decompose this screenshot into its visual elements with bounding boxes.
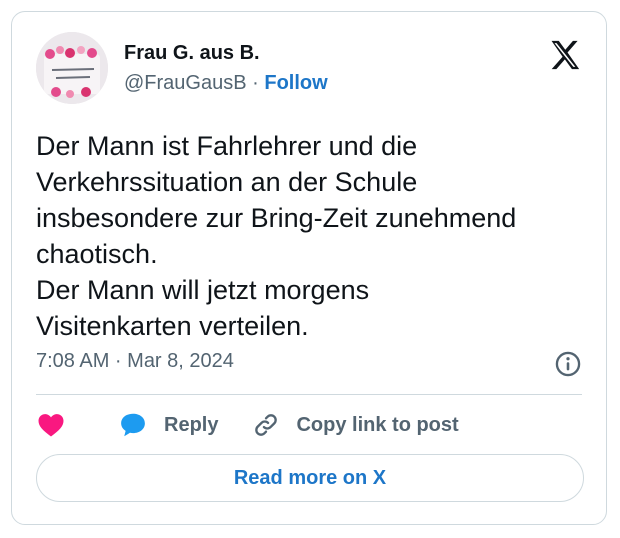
post-text-line: chaotisch.	[36, 239, 158, 269]
link-icon[interactable]	[252, 411, 280, 439]
read-more-button[interactable]: Read more on X	[36, 454, 584, 502]
x-logo-icon[interactable]	[548, 38, 582, 72]
avatar-image	[36, 32, 108, 104]
author-handle[interactable]: @FrauGausB	[124, 72, 247, 94]
author-avatar[interactable]	[36, 32, 108, 104]
read-more-label: Read more on X	[233, 466, 387, 489]
post-actions: Reply Copy link to post	[36, 410, 459, 440]
copy-link-button[interactable]: Copy link to post	[296, 414, 458, 437]
handle-separator: ·	[252, 72, 259, 94]
info-icon[interactable]	[554, 350, 582, 378]
divider	[36, 394, 582, 395]
embedded-post-card: Frau G. aus B. @FrauGausB · Follow Der M…	[11, 11, 607, 525]
follow-link[interactable]: Follow	[264, 72, 327, 94]
author-handle-row: @FrauGausB · Follow	[124, 72, 328, 95]
post-text-line: Der Mann will jetzt morgens	[36, 275, 370, 305]
post-text-line: Visitenkarten verteilen.	[36, 311, 309, 341]
post-timestamp[interactable]: 7:08 AM · Mar 8, 2024	[36, 350, 234, 373]
post-text-line: Der Mann ist Fahrlehrer und die	[36, 131, 418, 161]
speech-bubble-icon[interactable]	[118, 410, 148, 440]
reply-button[interactable]: Reply	[164, 414, 218, 437]
post-text: Der Mann ist Fahrlehrer und die Verkehrs…	[36, 128, 584, 344]
post-text-line: Verkehrssituation an der Schule	[36, 167, 418, 197]
author-name[interactable]: Frau G. aus B.	[124, 42, 260, 65]
post-text-line: insbesondere zur Bring-Zeit zunehmend	[36, 203, 517, 233]
heart-icon[interactable]	[36, 410, 66, 440]
